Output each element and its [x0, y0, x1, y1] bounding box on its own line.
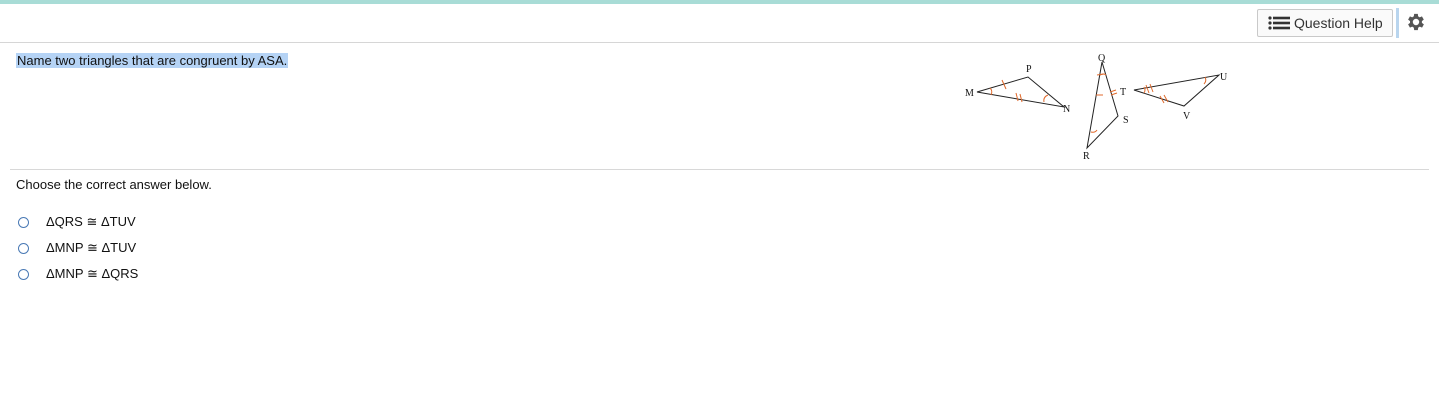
- question-help-label: Question Help: [1294, 15, 1383, 31]
- triangle-qrs: [1086, 61, 1119, 150]
- answer-option-1[interactable]: ΔQRS ≅ ΔTUV: [18, 213, 136, 231]
- toolbar-divider: [1396, 8, 1399, 38]
- section-divider: [10, 169, 1429, 170]
- question-help-button[interactable]: Question Help: [1257, 9, 1393, 37]
- answer-option-label: ΔMNP ≅ ΔQRS: [46, 266, 139, 281]
- radio-button[interactable]: [18, 242, 29, 254]
- question-text-highlight: Name two triangles that are congruent by…: [16, 53, 289, 68]
- answer-option-3[interactable]: ΔMNP ≅ ΔQRS: [18, 265, 138, 283]
- label-r: R: [1083, 151, 1090, 162]
- answer-option-label: ΔQRS ≅ ΔTUV: [46, 214, 136, 229]
- answer-option-2[interactable]: ΔMNP ≅ ΔTUV: [18, 239, 136, 257]
- list-icon: [1268, 16, 1290, 30]
- label-m: M: [965, 88, 974, 99]
- radio-button[interactable]: [18, 216, 29, 228]
- label-n: N: [1063, 104, 1070, 115]
- label-u: U: [1220, 72, 1228, 83]
- label-q: Q: [1098, 53, 1106, 64]
- triangle-mnp: [976, 76, 1066, 108]
- question-text: Name two triangles that are congruent by…: [16, 53, 289, 68]
- label-v: V: [1183, 111, 1191, 122]
- answer-prompt: Choose the correct answer below.: [16, 177, 212, 192]
- label-p: P: [1026, 64, 1032, 75]
- label-s: S: [1123, 115, 1129, 126]
- label-t: T: [1120, 87, 1126, 98]
- toolbar: Question Help: [0, 4, 1439, 43]
- radio-button[interactable]: [18, 268, 29, 280]
- gear-icon[interactable]: [1405, 11, 1427, 33]
- answer-option-label: ΔMNP ≅ ΔTUV: [46, 240, 137, 255]
- triangles-figure: M P N Q R S T U V: [965, 53, 1228, 162]
